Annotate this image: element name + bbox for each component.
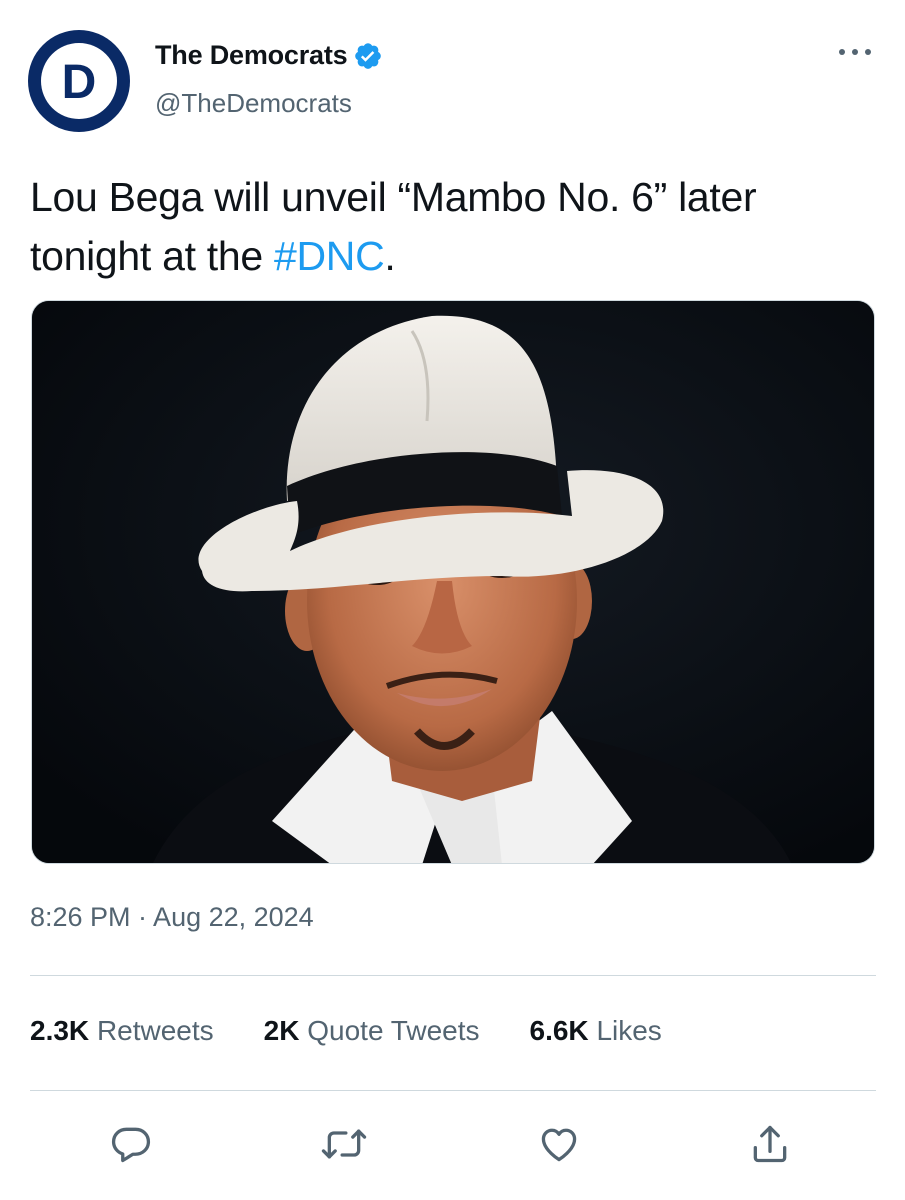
- heart-icon: [541, 1128, 577, 1162]
- divider-bottom: [30, 1090, 876, 1091]
- author-name-row: The Democrats: [155, 40, 383, 71]
- quote-tweets-count: 2K: [263, 1015, 300, 1046]
- avatar[interactable]: D: [28, 30, 130, 132]
- retweets-count: 2.3K: [30, 1015, 90, 1046]
- verified-badge-icon: [353, 41, 383, 71]
- hashtag-link[interactable]: #DNC: [274, 233, 385, 279]
- tweet-text: Lou Bega will unveil “Mambo No. 6” later…: [30, 168, 870, 286]
- divider-top: [30, 975, 876, 976]
- reply-button[interactable]: [107, 1120, 155, 1168]
- retweets-label: Retweets: [96, 1015, 214, 1046]
- retweets-stat[interactable]: 2.3K Retweets: [30, 1015, 214, 1047]
- avatar-letter: D: [62, 56, 97, 109]
- author-handle[interactable]: @TheDemocrats: [155, 88, 352, 119]
- quote-tweets-label: Quote Tweets: [307, 1015, 480, 1046]
- likes-label: Likes: [596, 1015, 662, 1046]
- like-button[interactable]: [535, 1120, 583, 1168]
- tweet-card: D The Democrats @TheDemocrats Lou Bega w…: [0, 0, 905, 1200]
- author-display-name[interactable]: The Democrats: [155, 40, 348, 71]
- more-options-icon[interactable]: [835, 40, 875, 64]
- share-icon: [753, 1125, 787, 1163]
- tweet-photo[interactable]: [31, 300, 875, 864]
- retweet-button[interactable]: [320, 1120, 368, 1168]
- tweet-text-end: .: [384, 233, 396, 279]
- reply-icon: [111, 1127, 151, 1163]
- tweet-timestamp[interactable]: 8:26 PM · Aug 22, 2024: [30, 902, 314, 933]
- quote-tweets-stat[interactable]: 2K Quote Tweets: [264, 1015, 480, 1047]
- retweet-icon: [321, 1129, 367, 1159]
- likes-stat[interactable]: 6.6K Likes: [530, 1015, 662, 1047]
- engagement-stats: 2.3K Retweets 2K Quote Tweets 6.6K Likes: [30, 1015, 712, 1047]
- likes-count: 6.6K: [529, 1015, 589, 1046]
- share-button[interactable]: [746, 1120, 794, 1168]
